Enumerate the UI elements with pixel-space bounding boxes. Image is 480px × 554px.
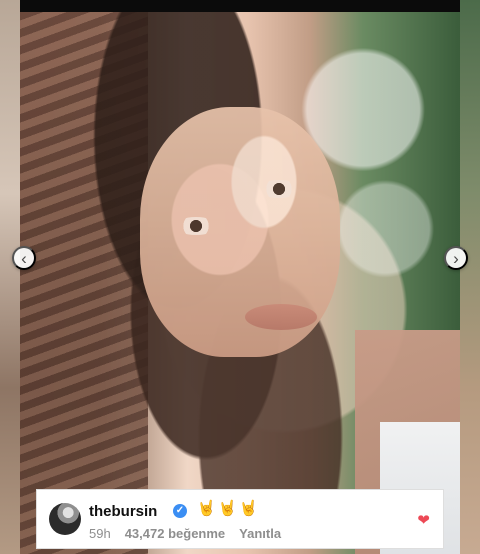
avatar[interactable]	[49, 503, 81, 535]
left-blurred-background	[0, 0, 20, 554]
top-dark-bar	[20, 0, 460, 12]
rock-hand-emoji: 🤘	[218, 500, 237, 517]
verified-icon: ✓	[173, 504, 187, 518]
lips	[245, 304, 317, 330]
next-photo-button[interactable]: ›	[444, 246, 468, 270]
rock-hand-emoji: 🤘	[197, 500, 216, 517]
post-photo	[20, 12, 460, 554]
instagram-post-screenshot: ‹ › thebursin ✓ 🤘 🤘 🤘 59h 43,472 beğenme…	[0, 0, 480, 554]
chevron-right-icon: ›	[453, 248, 459, 268]
comment-time: 59h	[89, 526, 111, 541]
comment-meta-row: 59h 43,472 beğenme Yanıtla	[89, 526, 281, 541]
heart-icon[interactable]: ❤	[417, 513, 430, 528]
right-blurred-background	[460, 0, 480, 554]
left-eye	[175, 217, 217, 235]
reply-button[interactable]: Yanıtla	[239, 526, 281, 541]
chevron-left-icon: ‹	[21, 248, 27, 268]
comment-username[interactable]: thebursin	[89, 503, 157, 520]
previous-photo-button[interactable]: ‹	[12, 246, 36, 270]
comment-like-count[interactable]: 43,472 beğenme	[125, 526, 225, 541]
comment-card: thebursin ✓ 🤘 🤘 🤘 59h 43,472 beğenme Yan…	[36, 489, 444, 549]
right-eye	[258, 180, 300, 198]
rock-hand-emoji: 🤘	[239, 500, 258, 517]
